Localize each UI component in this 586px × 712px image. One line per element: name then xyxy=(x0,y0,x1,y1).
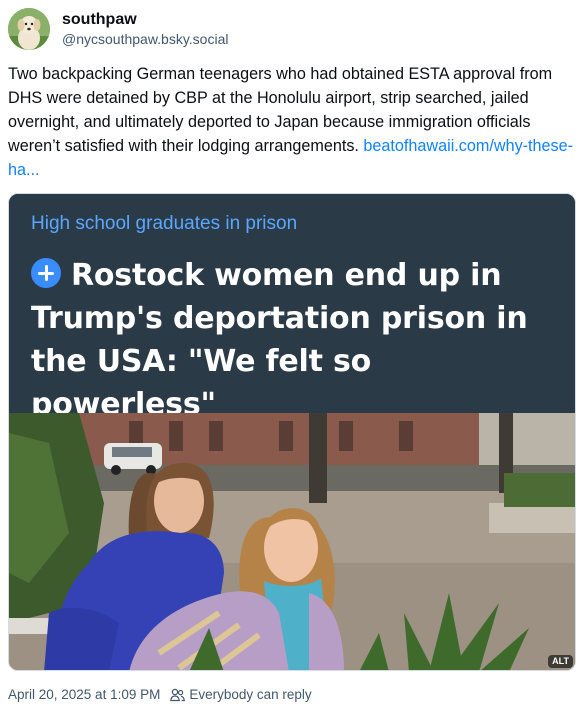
embed-headline: Rostock women end up in Trump's deportat… xyxy=(31,258,528,422)
embed-headline-block: Rostock women end up in Trump's deportat… xyxy=(31,254,561,426)
alt-text-badge[interactable]: ALT xyxy=(548,655,573,668)
post-card: southpaw @nycsouthpaw.bsky.social Two ba… xyxy=(0,0,586,712)
plus-circle-icon xyxy=(31,258,61,288)
author-handle[interactable]: @nycsouthpaw.bsky.social xyxy=(62,30,228,48)
post-timestamp[interactable]: April 20, 2025 at 1:09 PM xyxy=(8,686,160,704)
author-names: southpaw @nycsouthpaw.bsky.social xyxy=(62,10,228,48)
post-body: Two backpacking German teenagers who had… xyxy=(8,62,580,182)
people-icon xyxy=(170,688,186,702)
embed-header: High school graduates in prison Rostock … xyxy=(9,194,575,422)
embed-image[interactable]: ALT xyxy=(9,413,575,670)
dog-avatar-icon[interactable] xyxy=(8,8,50,50)
post-footer: April 20, 2025 at 1:09 PM Everybody can … xyxy=(8,686,312,704)
reply-setting[interactable]: Everybody can reply xyxy=(189,686,311,704)
embed-photo xyxy=(9,413,575,670)
embed-kicker: High school graduates in prison xyxy=(31,213,298,234)
author-display-name[interactable]: southpaw xyxy=(62,10,228,30)
post-header: southpaw @nycsouthpaw.bsky.social xyxy=(8,6,228,52)
link-embed-card[interactable]: High school graduates in prison Rostock … xyxy=(8,193,576,671)
